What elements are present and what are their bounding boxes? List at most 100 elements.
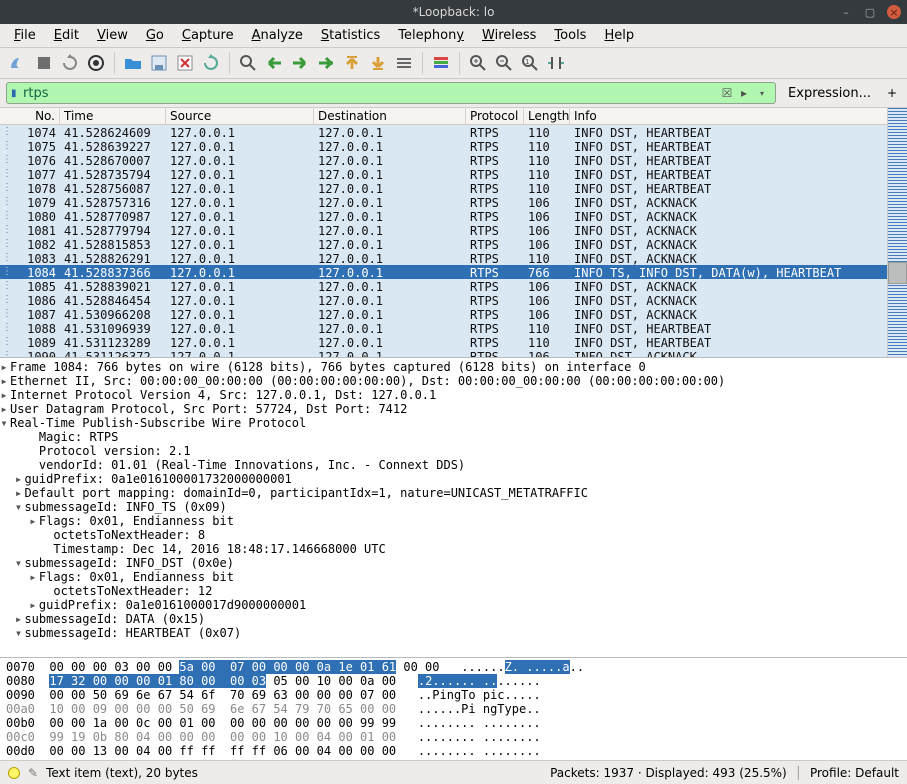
packet-list-header[interactable]: No. Time Source Destination Protocol Len… xyxy=(0,108,887,125)
bookmark-icon[interactable]: ▮ xyxy=(11,88,23,99)
expression-button[interactable]: Expression... xyxy=(780,84,879,103)
column-proto[interactable]: Protocol xyxy=(466,108,524,124)
detail-line[interactable]: ▸User Datagram Protocol, Src Port: 57724… xyxy=(0,402,903,416)
packet-row[interactable]: ⋮108941.531123289127.0.0.1127.0.0.1RTPS1… xyxy=(0,335,887,349)
packet-row[interactable]: ⋮108641.528846454127.0.0.1127.0.0.1RTPS1… xyxy=(0,293,887,307)
packet-row[interactable]: ⋮107641.528670007127.0.0.1127.0.0.1RTPS1… xyxy=(0,153,887,167)
detail-line[interactable]: Magic: RTPS xyxy=(0,430,903,444)
menu-file[interactable]: File xyxy=(6,26,44,45)
hex-line[interactable]: 0090 00 00 50 69 6e 67 54 6f 70 69 63 00… xyxy=(6,688,901,702)
start-capture-icon[interactable] xyxy=(6,51,30,75)
packet-row[interactable]: ⋮107841.528756087127.0.0.1127.0.0.1RTPS1… xyxy=(0,181,887,195)
go-forward-icon[interactable] xyxy=(288,51,312,75)
menu-edit[interactable]: Edit xyxy=(46,26,87,45)
find-icon[interactable] xyxy=(236,51,260,75)
maximize-button[interactable]: ▢ xyxy=(863,5,877,19)
column-dst[interactable]: Destination xyxy=(314,108,466,124)
detail-line[interactable]: ▸Ethernet II, Src: 00:00:00_00:00:00 (00… xyxy=(0,374,903,388)
packet-row[interactable]: ⋮108341.528826291127.0.0.1127.0.0.1RTPS1… xyxy=(0,251,887,265)
zoom-reset-icon[interactable]: 1 xyxy=(518,51,542,75)
status-profile[interactable]: Profile: Default xyxy=(810,766,899,780)
detail-line[interactable]: Protocol version: 2.1 xyxy=(0,444,903,458)
packet-list-scrollbar[interactable] xyxy=(887,108,907,357)
capture-options-icon[interactable] xyxy=(84,51,108,75)
menu-analyze[interactable]: Analyze xyxy=(244,26,311,45)
go-back-icon[interactable] xyxy=(262,51,286,75)
packet-row[interactable]: ⋮109041.531126372127.0.0.1127.0.0.1RTPS1… xyxy=(0,349,887,357)
save-file-icon[interactable] xyxy=(147,51,171,75)
expert-info-icon[interactable] xyxy=(8,767,20,779)
colorize-icon[interactable] xyxy=(429,51,453,75)
detail-line[interactable]: ▾submessageId: INFO_TS (0x09) xyxy=(0,500,903,514)
hex-line[interactable]: 0070 00 00 00 03 00 00 5a 00 07 00 00 00… xyxy=(6,660,901,674)
autoscroll-icon[interactable] xyxy=(392,51,416,75)
hex-line[interactable]: 00d0 00 00 13 00 04 00 ff ff ff ff 06 00… xyxy=(6,744,901,758)
menu-telephony[interactable]: Telephony xyxy=(390,26,472,45)
detail-line[interactable]: ▾submessageId: HEARTBEAT (0x07) xyxy=(0,626,903,640)
go-last-icon[interactable] xyxy=(366,51,390,75)
detail-line[interactable]: ▸Frame 1084: 766 bytes on wire (6128 bit… xyxy=(0,360,903,374)
packet-row[interactable]: ⋮108141.528779794127.0.0.1127.0.0.1RTPS1… xyxy=(0,223,887,237)
menu-view[interactable]: View xyxy=(89,26,136,45)
zoom-in-icon[interactable] xyxy=(466,51,490,75)
resize-columns-icon[interactable] xyxy=(544,51,568,75)
filter-dropdown-icon[interactable]: ▾ xyxy=(753,89,771,98)
detail-line[interactable]: vendorId: 01.01 (Real-Time Innovations, … xyxy=(0,458,903,472)
hex-line[interactable]: 00c0 99 19 0b 80 04 00 00 00 00 00 10 00… xyxy=(6,730,901,744)
detail-line[interactable]: ▸submessageId: DATA (0x15) xyxy=(0,612,903,626)
packet-row[interactable]: ⋮107541.528639227127.0.0.1127.0.0.1RTPS1… xyxy=(0,139,887,153)
restart-capture-icon[interactable] xyxy=(58,51,82,75)
zoom-out-icon[interactable] xyxy=(492,51,516,75)
packet-row[interactable]: ⋮108841.531096939127.0.0.1127.0.0.1RTPS1… xyxy=(0,321,887,335)
close-button[interactable]: × xyxy=(887,5,901,19)
reload-file-icon[interactable] xyxy=(199,51,223,75)
packet-row[interactable]: ⋮107441.528624609127.0.0.1127.0.0.1RTPS1… xyxy=(0,125,887,139)
hex-line[interactable]: 0080 17 32 00 00 00 01 80 00 00 03 05 00… xyxy=(6,674,901,688)
column-src[interactable]: Source xyxy=(166,108,314,124)
detail-line[interactable]: octetsToNextHeader: 12 xyxy=(0,584,903,598)
detail-line[interactable]: octetsToNextHeader: 8 xyxy=(0,528,903,542)
menu-wireless[interactable]: Wireless xyxy=(474,26,544,45)
detail-line[interactable]: ▸Flags: 0x01, Endianness bit xyxy=(0,514,903,528)
go-to-packet-icon[interactable] xyxy=(314,51,338,75)
minimize-button[interactable]: – xyxy=(839,5,853,19)
packet-row[interactable]: ⋮107741.528735794127.0.0.1127.0.0.1RTPS1… xyxy=(0,167,887,181)
menu-capture[interactable]: Capture xyxy=(174,26,242,45)
column-no[interactable]: No. xyxy=(0,108,60,124)
stop-capture-icon[interactable] xyxy=(32,51,56,75)
packet-row[interactable]: ⋮107941.528757316127.0.0.1127.0.0.1RTPS1… xyxy=(0,195,887,209)
packet-bytes-pane[interactable]: 0070 00 00 00 03 00 00 5a 00 07 00 00 00… xyxy=(0,658,907,760)
packet-row[interactable]: ⋮108541.528839021127.0.0.1127.0.0.1RTPS1… xyxy=(0,279,887,293)
add-filter-button[interactable]: + xyxy=(883,86,901,100)
packet-row[interactable]: ⋮108441.528837366127.0.0.1127.0.0.1RTPS7… xyxy=(0,265,887,279)
display-filter-input[interactable] xyxy=(23,86,719,101)
column-len[interactable]: Length xyxy=(524,108,570,124)
edit-icon[interactable]: ✎ xyxy=(28,766,38,780)
packet-row[interactable]: ⋮108041.528770987127.0.0.1127.0.0.1RTPS1… xyxy=(0,209,887,223)
detail-line[interactable]: ▸Default port mapping: domainId=0, parti… xyxy=(0,486,903,500)
clear-filter-icon[interactable]: ☒ xyxy=(719,86,735,100)
column-info[interactable]: Info xyxy=(570,108,887,124)
detail-line[interactable]: ▾Real-Time Publish-Subscribe Wire Protoc… xyxy=(0,416,903,430)
detail-line[interactable]: ▸Flags: 0x01, Endianness bit xyxy=(0,570,903,584)
packet-row[interactable]: ⋮108241.528815853127.0.0.1127.0.0.1RTPS1… xyxy=(0,237,887,251)
packet-row[interactable]: ⋮108741.530966208127.0.0.1127.0.0.1RTPS1… xyxy=(0,307,887,321)
detail-line[interactable]: ▸guidPrefix: 0a1e0161000017d9000000001 xyxy=(0,598,903,612)
detail-line[interactable]: ▸guidPrefix: 0a1e016100001732000000001 xyxy=(0,472,903,486)
menu-statistics[interactable]: Statistics xyxy=(313,26,388,45)
hex-line[interactable]: 00a0 10 00 09 00 00 00 50 69 6e 67 54 79… xyxy=(6,702,901,716)
column-time[interactable]: Time xyxy=(60,108,166,124)
menu-tools[interactable]: Tools xyxy=(546,26,594,45)
packet-list-body[interactable]: ⋮107441.528624609127.0.0.1127.0.0.1RTPS1… xyxy=(0,125,887,357)
display-filter-box[interactable]: ▮ ☒ ▸ ▾ xyxy=(6,82,776,104)
apply-filter-icon[interactable]: ▸ xyxy=(735,86,753,100)
detail-line[interactable]: ▾submessageId: INFO_DST (0x0e) xyxy=(0,556,903,570)
menu-go[interactable]: Go xyxy=(138,26,172,45)
packet-details-pane[interactable]: ▸Frame 1084: 766 bytes on wire (6128 bit… xyxy=(0,358,907,658)
hex-line[interactable]: 00b0 00 00 1a 00 0c 00 01 00 00 00 00 00… xyxy=(6,716,901,730)
go-first-icon[interactable] xyxy=(340,51,364,75)
menu-help[interactable]: Help xyxy=(596,26,642,45)
detail-line[interactable]: ▸Internet Protocol Version 4, Src: 127.0… xyxy=(0,388,903,402)
open-file-icon[interactable] xyxy=(121,51,145,75)
detail-line[interactable]: Timestamp: Dec 14, 2016 18:48:17.1466680… xyxy=(0,542,903,556)
